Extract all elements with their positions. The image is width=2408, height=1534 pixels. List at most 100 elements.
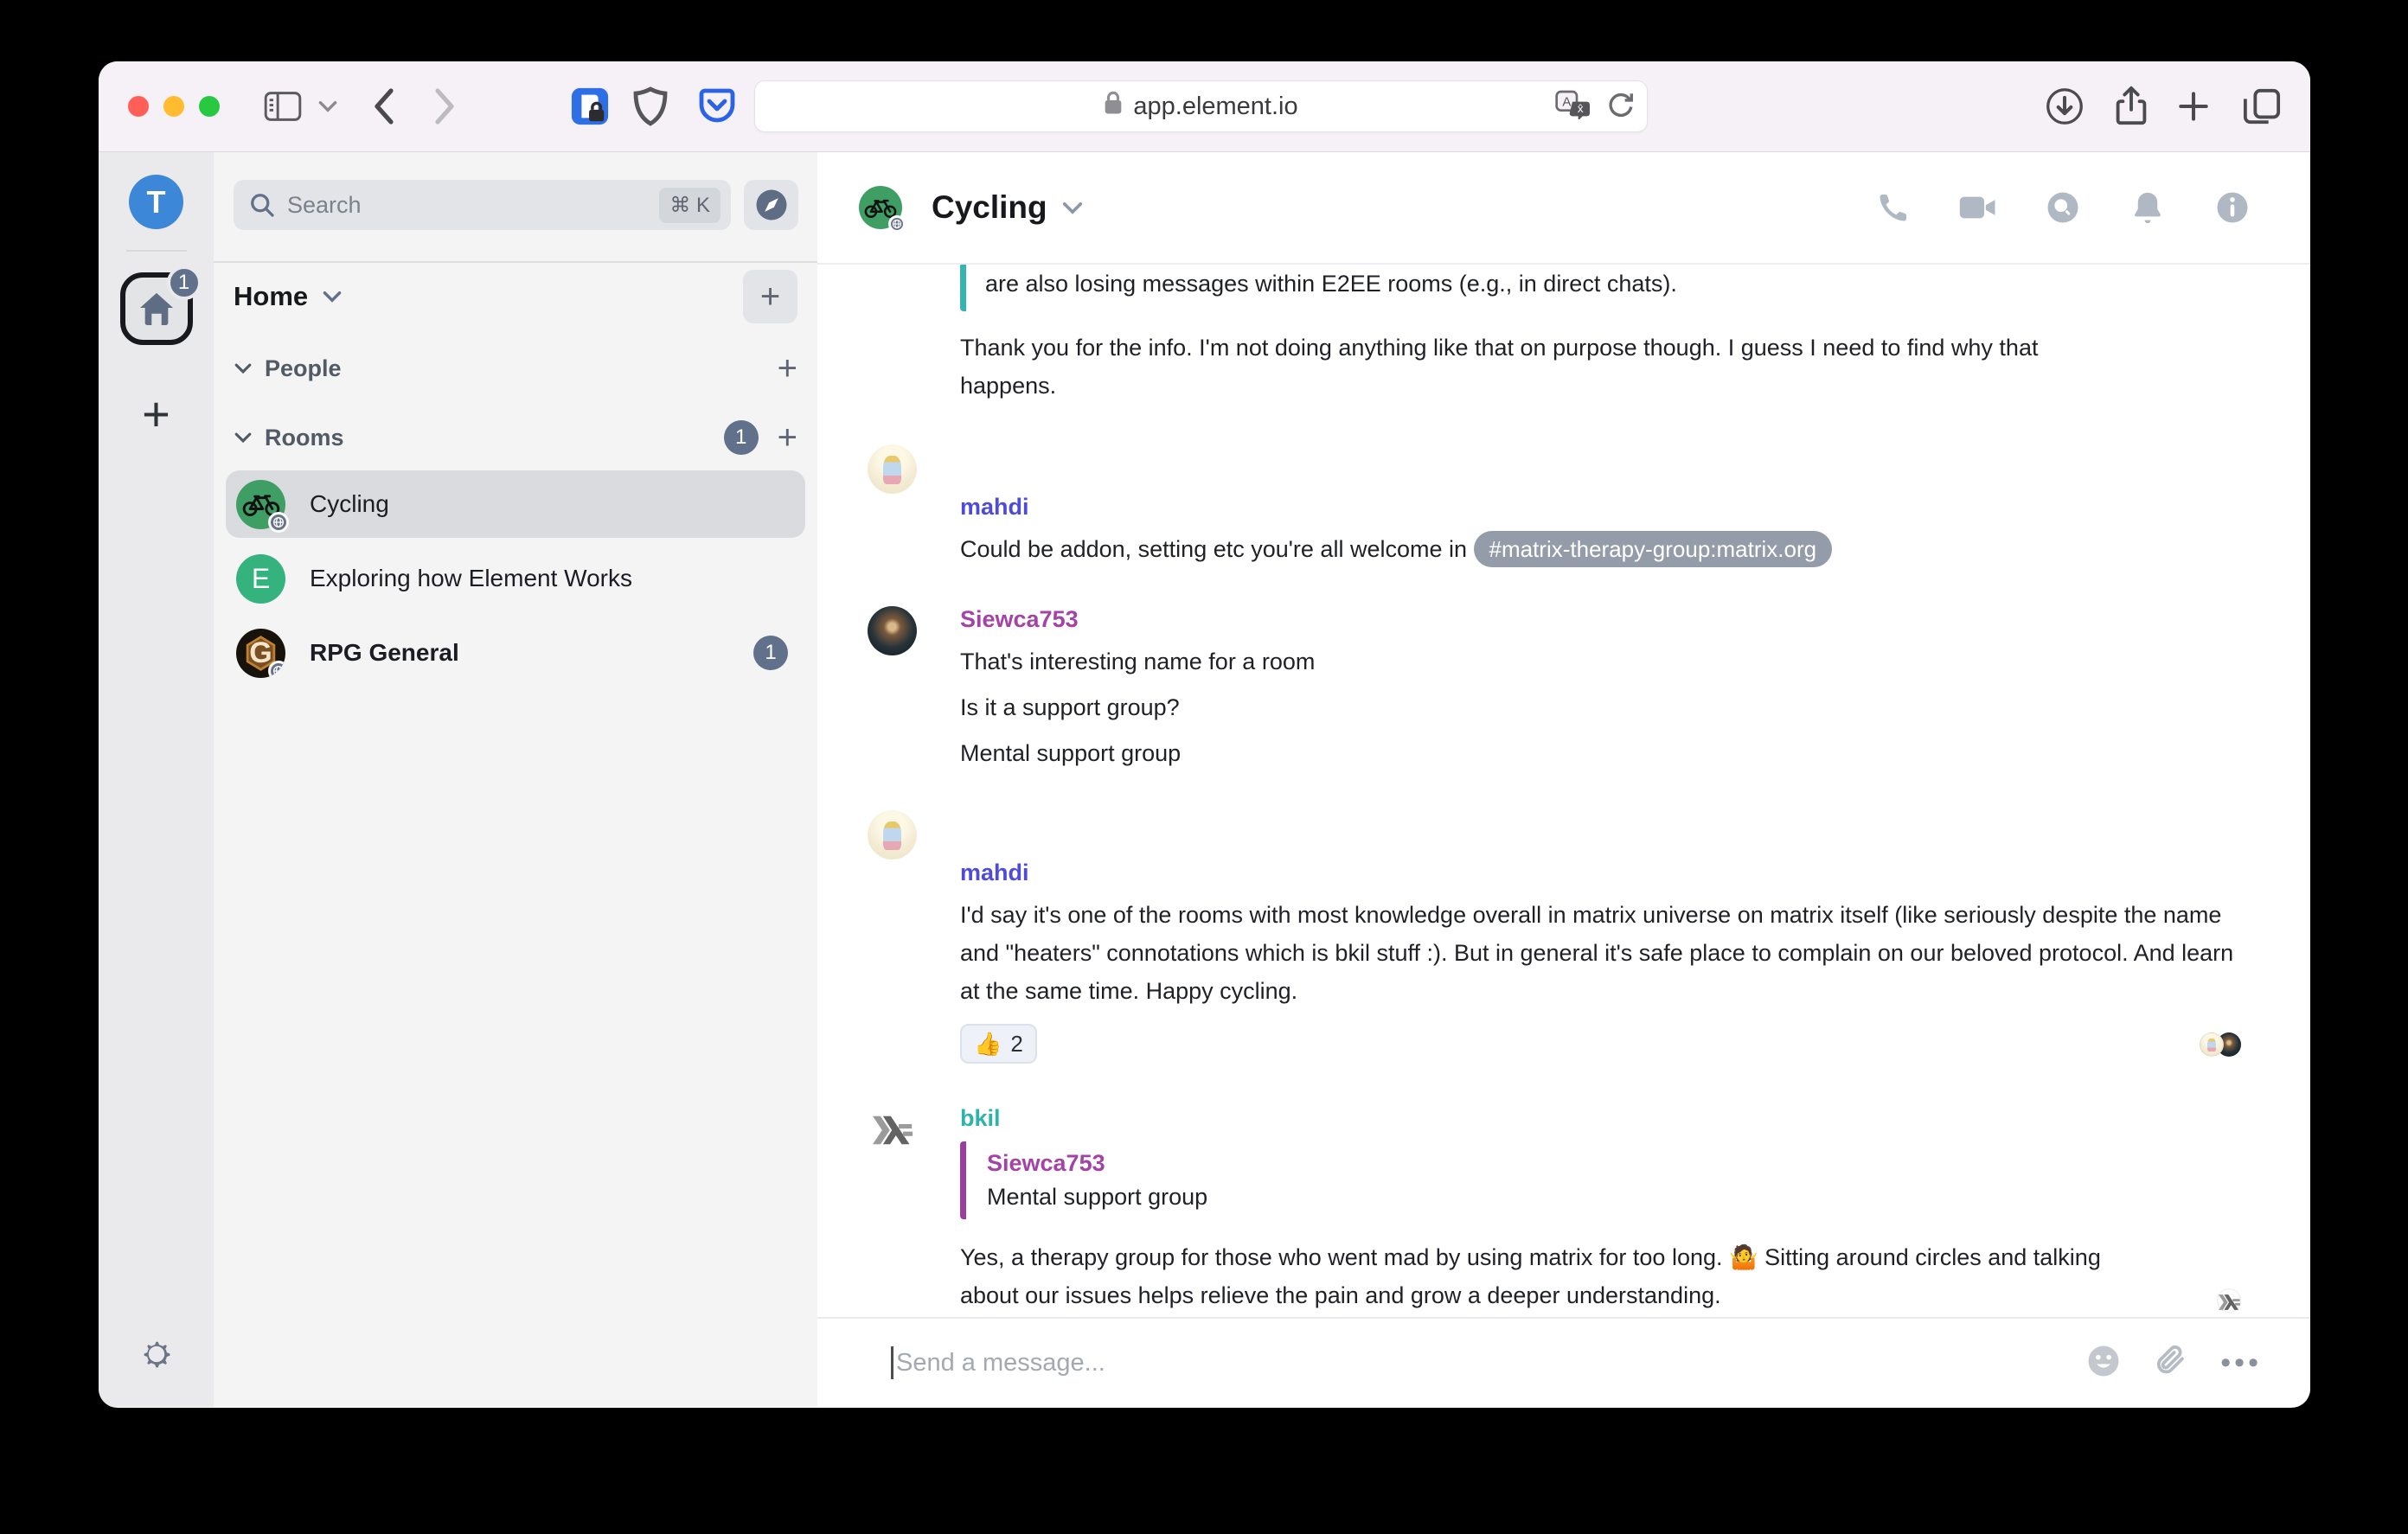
- add-people-button[interactable]: +: [778, 351, 797, 386]
- minimize-window-button[interactable]: [163, 96, 184, 117]
- attachment-button[interactable]: [2155, 1343, 2187, 1384]
- mahdi-avatar[interactable]: [868, 444, 917, 494]
- room-menu-chevron-icon[interactable]: [1061, 201, 1084, 215]
- message-input[interactable]: [896, 1349, 2085, 1377]
- more-options-button[interactable]: •••: [2220, 1346, 2262, 1380]
- message-text[interactable]: Yes, a therapy group for those who went …: [960, 1238, 2110, 1314]
- gear-icon: [138, 1335, 176, 1373]
- forward-button[interactable]: [432, 87, 458, 125]
- siewca753-avatar[interactable]: [868, 606, 917, 655]
- read-receipts[interactable]: [2200, 1032, 2241, 1057]
- rooms-section-header[interactable]: Rooms 1 +: [234, 418, 797, 457]
- password-manager-extension-icon[interactable]: [570, 86, 610, 126]
- add-room-button[interactable]: +: [778, 420, 797, 455]
- mahdi-read-receipt-avatar[interactable]: [2200, 1032, 2224, 1057]
- traffic-lights: [128, 96, 220, 117]
- space-name[interactable]: Home: [234, 281, 308, 312]
- sidebar-toggle-icon[interactable]: [264, 91, 302, 122]
- compass-icon: [753, 187, 790, 223]
- message-group-bkil[interactable]: bkil Siewca753 Mental support group Yes,…: [960, 1103, 2310, 1314]
- video-call-button[interactable]: [1949, 192, 2008, 223]
- close-window-button[interactable]: [128, 96, 149, 117]
- explore-rooms-button[interactable]: [744, 180, 798, 230]
- sender-name[interactable]: mahdi: [960, 492, 2310, 521]
- text-caret: [891, 1346, 893, 1379]
- quoted-message[interactable]: are also losing messages within E2EE roo…: [960, 265, 2310, 311]
- shield-extension-icon[interactable]: [632, 86, 669, 126]
- haskell-logo-icon: [2219, 1294, 2240, 1310]
- reply-sender-name[interactable]: Siewca753: [987, 1147, 2310, 1179]
- home-unread-badge: 1: [167, 265, 202, 300]
- home-space-button[interactable]: 1: [120, 272, 193, 345]
- collapse-chevron-icon: [234, 431, 253, 444]
- room-item-cycling[interactable]: Cycling: [226, 470, 805, 538]
- reload-icon[interactable]: [1605, 90, 1635, 124]
- tab-overview-button[interactable]: [2242, 87, 2282, 125]
- home-icon: [138, 291, 175, 326]
- reaction-pill[interactable]: 👍 2: [960, 1024, 1037, 1064]
- room-search-button[interactable]: [2033, 189, 2092, 226]
- public-room-globe-icon: [268, 512, 289, 533]
- bkil-read-receipt-avatar[interactable]: [2217, 1288, 2241, 1313]
- pocket-extension-icon[interactable]: [698, 88, 736, 125]
- room-header-avatar[interactable]: [859, 186, 902, 229]
- message-composer[interactable]: •••: [817, 1317, 2310, 1407]
- room-item-exploring[interactable]: E Exploring how Element Works: [226, 545, 805, 612]
- share-button[interactable]: [2112, 85, 2150, 128]
- zoom-window-button[interactable]: [199, 96, 220, 117]
- message-group-mahdi[interactable]: mahdi Could be addon, setting etc you're…: [960, 443, 2310, 568]
- emoji-picker-button[interactable]: [2085, 1343, 2122, 1384]
- sidebar-chevron-down-icon[interactable]: [317, 99, 338, 113]
- sender-name[interactable]: Siewca753: [960, 604, 2310, 634]
- room-link-pill[interactable]: #matrix-therapy-group:matrix.org: [1474, 531, 1833, 567]
- people-section-label: People: [265, 355, 342, 382]
- room-list-panel: ⌘ K Home + People +: [214, 152, 817, 1407]
- voice-call-button[interactable]: [1864, 190, 1923, 225]
- cycling-room-avatar: [236, 480, 285, 529]
- search-icon: [249, 192, 275, 218]
- exploring-room-avatar: E: [236, 554, 285, 604]
- message-text[interactable]: Could be addon, setting etc you're all w…: [960, 530, 2310, 568]
- new-tab-button[interactable]: [2174, 87, 2213, 125]
- translate-icon[interactable]: A x̂: [1555, 90, 1590, 124]
- downloads-button[interactable]: [2046, 87, 2084, 125]
- message-text[interactable]: Thank you for the info. I'm not doing an…: [960, 329, 2110, 405]
- bicycle-icon: [864, 196, 897, 219]
- message-timeline[interactable]: are also losing messages within E2EE roo…: [817, 265, 2310, 1317]
- room-item-rpg-general[interactable]: G RPG General 1: [226, 619, 805, 687]
- notifications-button[interactable]: [2118, 189, 2177, 226]
- room-name: Exploring how Element Works: [310, 565, 632, 592]
- browser-titlebar: app.element.io A x̂: [99, 61, 2310, 152]
- rail-divider: [126, 250, 187, 252]
- create-space-button[interactable]: +: [142, 390, 170, 438]
- sender-name[interactable]: bkil: [960, 1103, 2310, 1133]
- room-title[interactable]: Cycling: [932, 189, 1047, 226]
- space-menu-chevron-icon[interactable]: [322, 290, 343, 304]
- public-room-globe-icon: [888, 215, 906, 233]
- sender-name[interactable]: mahdi: [960, 858, 2310, 887]
- reply-quote[interactable]: Siewca753 Mental support group: [960, 1141, 2310, 1219]
- back-button[interactable]: [371, 87, 397, 125]
- message-group-siewca[interactable]: Siewca753 That's interesting name for a …: [960, 604, 2310, 772]
- mahdi-avatar[interactable]: [868, 810, 917, 860]
- message-text[interactable]: Is it a support group?: [960, 688, 2310, 726]
- rooms-section-label: Rooms: [265, 425, 344, 451]
- search-input[interactable]: [287, 192, 659, 219]
- collapse-chevron-icon: [234, 362, 253, 374]
- browser-window: app.element.io A x̂: [99, 61, 2310, 1408]
- address-bar[interactable]: app.element.io A x̂: [754, 80, 1648, 132]
- reaction-count: 2: [1010, 1031, 1022, 1058]
- bkil-avatar[interactable]: [868, 1105, 917, 1154]
- search-bar[interactable]: ⌘ K: [234, 180, 731, 230]
- message-text[interactable]: I'd say it's one of the rooms with most …: [960, 896, 2249, 1010]
- user-avatar[interactable]: T: [129, 175, 183, 229]
- room-name: RPG General: [310, 639, 459, 667]
- add-button[interactable]: +: [743, 270, 797, 323]
- read-receipts[interactable]: [2217, 1288, 2241, 1313]
- settings-button[interactable]: [138, 1335, 176, 1377]
- room-info-button[interactable]: [2203, 189, 2262, 226]
- message-text[interactable]: Mental support group: [960, 734, 2310, 772]
- message-group-mahdi[interactable]: mahdi I'd say it's one of the rooms with…: [960, 809, 2310, 1064]
- message-text[interactable]: That's interesting name for a room: [960, 642, 2310, 681]
- people-section-header[interactable]: People +: [234, 348, 797, 388]
